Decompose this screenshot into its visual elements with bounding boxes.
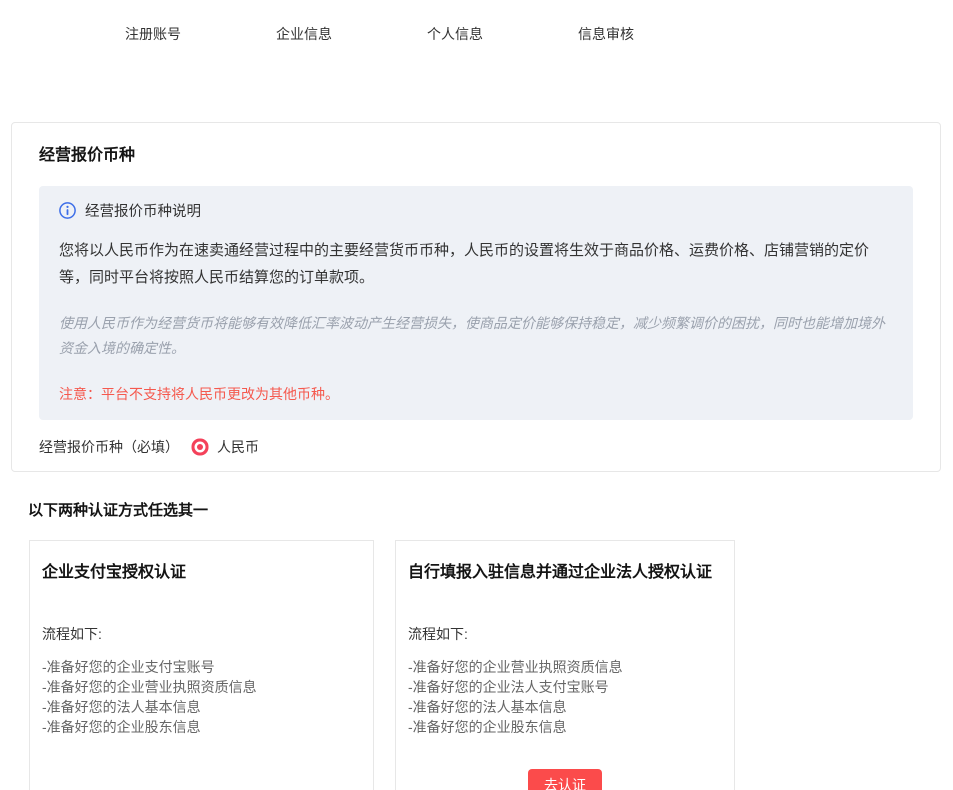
process-step: -准备好您的企业股东信息	[42, 717, 361, 737]
auth-options-row: 企业支付宝授权认证 流程如下: -准备好您的企业支付宝账号 -准备好您的企业营业…	[29, 540, 953, 790]
currency-section-title: 经营报价币种	[39, 141, 913, 165]
process-list: -准备好您的企业支付宝账号 -准备好您的企业营业执照资质信息 -准备好您的法人基…	[42, 657, 361, 737]
auth-option-self-report-card: 自行填报入驻信息并通过企业法人授权认证 流程如下: -准备好您的企业营业执照资质…	[395, 540, 735, 790]
auth-option-self-report-title: 自行填报入驻信息并通过企业法人授权认证	[408, 558, 722, 582]
notice-tip-text: 使用人民币作为经营货币将能够有效降低汇率波动产生经营损失，使商品定价能够保持稳定…	[59, 311, 893, 361]
process-label: 流程如下:	[408, 624, 722, 644]
process-label: 流程如下:	[42, 624, 361, 644]
currency-field-label: 经营报价币种（必填）	[39, 437, 179, 457]
auth-option-alipay-card: 企业支付宝授权认证 流程如下: -准备好您的企业支付宝账号 -准备好您的企业营业…	[29, 540, 374, 790]
currency-radio-selected[interactable]	[197, 444, 203, 450]
notice-warning-text: 注意：平台不支持将人民币更改为其他币种。	[59, 384, 893, 404]
step-info-review[interactable]: 信息审核	[578, 24, 634, 43]
currency-section-card: 经营报价币种 经营报价币种说明 您将以人民币作为在速卖通经营过程中的主要经营货币…	[11, 122, 941, 472]
process-step: -准备好您的企业支付宝账号	[42, 657, 361, 677]
auth-section-heading: 以下两种认证方式任选其一	[28, 499, 953, 520]
go-authenticate-button-self-report[interactable]: 去认证	[528, 769, 602, 790]
currency-field-row: 经营报价币种（必填） 人民币	[39, 437, 913, 457]
process-step: -准备好您的企业股东信息	[408, 717, 722, 737]
auth-option-alipay-title: 企业支付宝授权认证	[42, 558, 361, 582]
process-step: -准备好您的法人基本信息	[408, 697, 722, 717]
process-step: -准备好您的企业法人支付宝账号	[408, 677, 722, 697]
registration-stepper: 注册账号 企业信息 个人信息 信息审核	[0, 0, 953, 43]
step-register-account[interactable]: 注册账号	[125, 24, 181, 43]
step-personal-info[interactable]: 个人信息	[427, 24, 483, 43]
process-step: -准备好您的企业营业执照资质信息	[42, 677, 361, 697]
notice-title: 经营报价币种说明	[85, 200, 201, 221]
notice-body-text: 您将以人民币作为在速卖通经营过程中的主要经营货币币种，人民币的设置将生效于商品价…	[59, 237, 893, 291]
step-company-info[interactable]: 企业信息	[276, 24, 332, 43]
info-icon	[59, 202, 76, 219]
process-step: -准备好您的法人基本信息	[42, 697, 361, 717]
currency-radio-label[interactable]: 人民币	[217, 437, 259, 457]
currency-notice-box: 经营报价币种说明 您将以人民币作为在速卖通经营过程中的主要经营货币币种，人民币的…	[39, 186, 913, 420]
process-list: -准备好您的企业营业执照资质信息 -准备好您的企业法人支付宝账号 -准备好您的法…	[408, 657, 722, 737]
process-step: -准备好您的企业营业执照资质信息	[408, 657, 722, 677]
